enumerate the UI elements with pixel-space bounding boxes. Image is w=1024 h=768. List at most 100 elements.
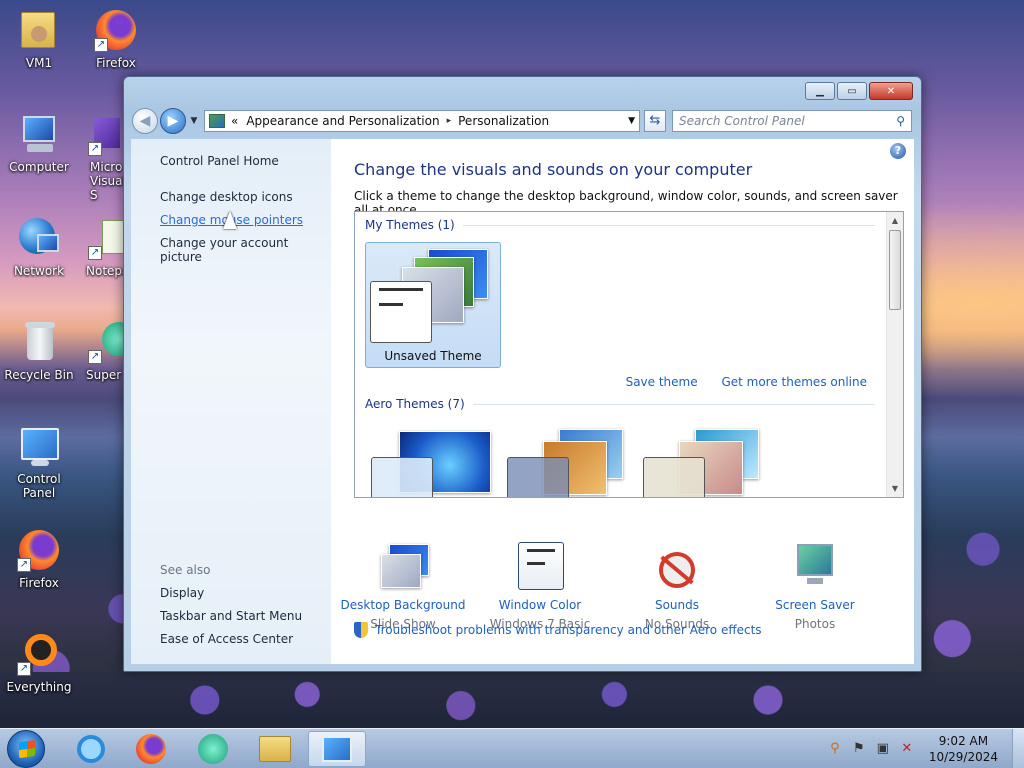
scrollbar-thumb[interactable] [889, 230, 901, 310]
scroll-up-icon[interactable]: ▲ [887, 212, 903, 229]
maximize-button[interactable]: ▭ [837, 82, 867, 100]
navigation-bar: ◀ ▶ ▼ « Appearance and Personalization ▸… [132, 107, 913, 135]
get-more-themes-link[interactable]: Get more themes online [721, 375, 867, 389]
troubleshoot-aero-link[interactable]: Troubleshoot problems with transparency … [354, 622, 762, 638]
desktop-icon-firefox-2[interactable]: ↗ Firefox [1, 528, 77, 590]
themes-scrollbar[interactable]: ▲ ▼ [886, 212, 903, 497]
desktop-icon-everything[interactable]: ↗ Everything [1, 632, 77, 694]
screen-saver-setting[interactable]: Screen Saver Photos [750, 542, 880, 631]
control-panel-home-link[interactable]: Control Panel Home [160, 154, 279, 168]
sounds-setting[interactable]: Sounds No Sounds [612, 542, 742, 631]
network-tray-icon[interactable]: ▣ [875, 741, 891, 757]
aero-theme-characters[interactable] [637, 427, 773, 497]
taskbar-control-panel[interactable] [308, 731, 366, 767]
taskbar-explorer[interactable] [246, 731, 304, 767]
desktop-icon-network[interactable]: Network [1, 216, 77, 278]
address-overflow-chevron[interactable]: « [231, 114, 238, 128]
breadcrumb-appearance[interactable]: Appearance and Personalization [246, 114, 439, 128]
taskbar-internet-explorer[interactable] [62, 731, 120, 767]
window-client-area: Control Panel Home Change desktop icons … [131, 139, 914, 664]
taskbar-start-menu-link[interactable]: Taskbar and Start Menu [160, 609, 302, 623]
help-icon[interactable]: ? [890, 143, 906, 159]
desktop-icon-label: Everything [6, 680, 72, 694]
my-themes-header[interactable]: My Themes (1) [365, 218, 875, 232]
aero-theme-architecture[interactable] [501, 427, 637, 497]
desktop-icon-label: Computer [9, 160, 69, 174]
address-bar[interactable]: « Appearance and Personalization ▸ Perso… [204, 110, 640, 132]
setting-name[interactable]: Screen Saver [750, 598, 880, 612]
computer-icon [17, 112, 61, 156]
show-desktop-button[interactable] [1012, 729, 1024, 768]
close-button[interactable]: ✕ [869, 82, 913, 100]
change-account-picture-link[interactable]: Change your account picture [160, 236, 331, 264]
action-center-flag-icon[interactable]: ⚑ [851, 741, 867, 757]
desktop-icon-firefox[interactable]: ↗ Firefox [78, 8, 154, 70]
everything-tray-icon[interactable]: ⚲ [827, 741, 843, 757]
aero-themes-label: Aero Themes (7) [365, 397, 465, 411]
control-panel-icon [17, 424, 61, 468]
breadcrumb-separator-icon[interactable]: ▸ [447, 116, 452, 126]
system-tray: ⚲ ⚑ ▣ ✕ 9:02 AM 10/29/2024 [827, 729, 1024, 768]
ease-of-access-link[interactable]: Ease of Access Center [160, 632, 293, 646]
main-content: ? Change the visuals and sounds on your … [331, 139, 914, 664]
scroll-down-icon[interactable]: ▼ [887, 480, 903, 497]
internet-explorer-icon [77, 735, 105, 763]
desktop-icon-notepad[interactable]: ↗ Notepa [78, 216, 130, 278]
window-color-setting[interactable]: Window Color Windows 7 Basic [475, 542, 605, 631]
desktop-icon-vm1[interactable]: VM1 [1, 8, 77, 70]
personalization-window[interactable]: ▁ ▭ ✕ ◀ ▶ ▼ « Appearance and Personaliza… [123, 76, 922, 672]
address-dropdown-icon[interactable]: ▼ [628, 116, 635, 126]
themes-list[interactable]: My Themes (1) Unsaved Theme Save theme G… [354, 211, 904, 498]
desktop-icon-computer[interactable]: Computer [1, 112, 77, 174]
desktop-background-setting[interactable]: Desktop Background Slide Show [338, 542, 468, 631]
everything-search-icon: ↗ [17, 632, 61, 676]
taskbar: ⚲ ⚑ ▣ ✕ 9:02 AM 10/29/2024 [0, 728, 1024, 768]
shield-icon [354, 622, 368, 638]
desktop-icon-label: Super [86, 368, 122, 382]
search-input[interactable]: Search Control Panel ⚲ [672, 110, 912, 132]
taskbar-firefox[interactable] [122, 731, 180, 767]
desktop-background-icon [375, 542, 431, 594]
setting-value: Photos [794, 617, 836, 631]
shortcut-arrow-icon: ↗ [88, 142, 102, 156]
breadcrumb-personalization[interactable]: Personalization [458, 114, 549, 128]
save-theme-link[interactable]: Save theme [626, 375, 698, 389]
change-desktop-icons-link[interactable]: Change desktop icons [160, 190, 293, 204]
desktop-icon-label: Notepa [86, 264, 130, 278]
aero-theme-windows7[interactable] [365, 427, 501, 497]
setting-name[interactable]: Sounds [612, 598, 742, 612]
forward-button[interactable]: ▶ [160, 108, 186, 134]
desktop-icon-label: Firefox [19, 576, 59, 590]
desktop-icon-label: VM1 [25, 56, 53, 70]
theme-actions: Save theme Get more themes online [606, 375, 867, 389]
control-panel-icon [209, 114, 225, 128]
troubleshoot-label[interactable]: Troubleshoot problems with transparency … [375, 623, 762, 637]
search-icon[interactable]: ⚲ [896, 114, 905, 128]
desktop-icon-visual-studio[interactable]: ↗ Micro Visual S [78, 112, 128, 202]
recent-pages-dropdown[interactable]: ▼ [188, 116, 200, 126]
desktop-icon-control-panel[interactable]: Control Panel [1, 424, 77, 500]
shortcut-arrow-icon: ↗ [88, 246, 102, 260]
desktop-icon-super[interactable]: ↗ Super [78, 320, 136, 382]
network-globe-icon [17, 216, 61, 260]
setting-name[interactable]: Window Color [475, 598, 605, 612]
volume-muted-icon[interactable]: ✕ [899, 741, 915, 757]
window-preview-icon [370, 281, 432, 343]
firefox-icon [136, 734, 166, 764]
setting-name[interactable]: Desktop Background [338, 598, 468, 612]
clock-date: 10/29/2024 [928, 750, 998, 764]
window-controls: ▁ ▭ ✕ [805, 82, 913, 100]
aero-themes-header[interactable]: Aero Themes (7) [365, 397, 875, 411]
clock[interactable]: 9:02 AM 10/29/2024 [929, 733, 998, 765]
taskbar-app-green[interactable] [184, 731, 242, 767]
unsaved-theme-tile[interactable]: Unsaved Theme [365, 242, 501, 368]
back-button[interactable]: ◀ [132, 108, 158, 134]
left-task-pane: Control Panel Home Change desktop icons … [131, 139, 331, 664]
refresh-button[interactable]: ⇆ [644, 110, 666, 132]
desktop-icon-recycle-bin[interactable]: Recycle Bin [1, 320, 77, 382]
desktop-icon-label: Recycle Bin [4, 368, 74, 382]
minimize-button[interactable]: ▁ [805, 82, 835, 100]
display-link[interactable]: Display [160, 586, 204, 600]
window-preview-icon [371, 457, 433, 497]
start-button[interactable] [7, 730, 45, 768]
